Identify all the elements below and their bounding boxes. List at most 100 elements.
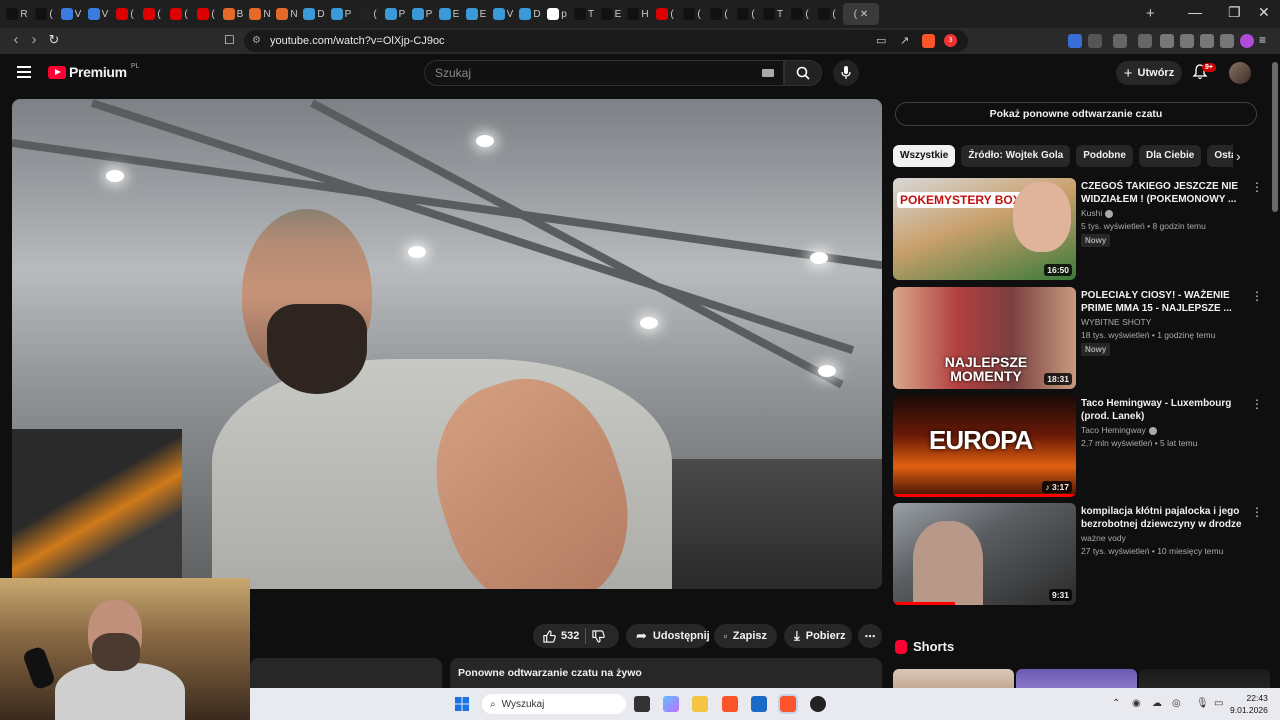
browser-tab[interactable]: D [303,3,325,25]
browser-tab[interactable]: p [546,3,568,25]
scrollbar-thumb[interactable] [1272,62,1278,212]
thumbs-down-icon[interactable] [592,629,606,643]
menu-icon[interactable]: ≡ [1259,33,1266,47]
search-input[interactable]: Szukaj [424,60,784,86]
browser-tab[interactable]: T [573,3,595,25]
filter-chip[interactable]: Ostatnio [1207,145,1233,167]
tray-app-icon[interactable]: ◎ [1172,698,1181,709]
minimize-button[interactable]: — [1188,4,1202,20]
brave-shields-icon[interactable] [922,34,935,48]
hamburger-menu-icon[interactable] [17,66,31,78]
copilot-icon[interactable] [663,696,679,712]
download-button[interactable]: ⤓ Pobierz [784,624,852,648]
browser-tab[interactable]: T [762,3,784,25]
filter-chip[interactable]: Wszystkie [893,145,956,167]
close-tab-icon[interactable]: ✕ [860,9,868,20]
filter-chip[interactable]: Podobne [1076,145,1133,167]
filter-chip[interactable]: Dla Ciebie [1138,145,1202,167]
sidebar-icon[interactable] [1160,34,1174,48]
browser-tab[interactable]: N [276,3,298,25]
browser-tab[interactable]: ( [168,3,190,25]
browser-tab[interactable]: V [492,3,514,25]
browser-tab[interactable]: ( [357,3,379,25]
windows-start-icon[interactable] [455,697,469,711]
browser-tab[interactable]: ( [141,3,163,25]
reload-icon[interactable]: ↻ [44,32,64,48]
browser-tab[interactable]: ( [735,3,757,25]
cast-icon[interactable]: ▭ [876,34,886,47]
channel-name[interactable]: WYBITNE SHOTY [1081,317,1151,327]
recommended-video[interactable]: EUROPA ♪ 3:17 Taco Hemingway - Luxembour… [893,395,1273,499]
brave-rewards-icon[interactable]: 3 [944,34,957,47]
media-icon[interactable] [1138,34,1152,48]
network-icon[interactable]: ▭ [1214,698,1223,709]
task-view-icon[interactable] [634,696,650,712]
recommended-video[interactable]: 9:31 kompilacja kłótni pajalocka i jego … [893,503,1273,607]
mic-tray-icon[interactable]: 🎙 [1196,698,1209,709]
recommended-video[interactable]: NAJLEPSZE MOMENTY 18:31 POLECIAŁY CIOSY!… [893,287,1273,391]
file-explorer-icon[interactable] [692,696,708,712]
browser-tab[interactable]: P [330,3,352,25]
video-title[interactable]: kompilacja kłótni pajalocka i jego bezro… [1081,505,1246,531]
video-thumbnail[interactable]: EUROPA ♪ 3:17 [893,395,1076,497]
share-page-icon[interactable]: ↗ [900,34,909,47]
browser-tab[interactable]: E [465,3,487,25]
forward-icon[interactable]: › [24,31,44,48]
show-chat-replay-button[interactable]: Pokaż ponowne odtwarzanie czatu [895,102,1257,126]
profile-icon[interactable] [1240,34,1254,48]
tray-app-icon[interactable]: ◉ [1132,698,1141,709]
browser-tab[interactable]: H [627,3,649,25]
vpn-icon[interactable] [1220,34,1234,48]
video-thumbnail[interactable]: NAJLEPSZE MOMENTY 18:31 [893,287,1076,389]
browser-tab[interactable]: ( [708,3,730,25]
browser-tab[interactable]: P [411,3,433,25]
browser-tab[interactable]: ( [681,3,703,25]
browser-tab[interactable]: ( [195,3,217,25]
browser-tab[interactable]: ( [816,3,838,25]
wallet-icon[interactable] [1180,34,1194,48]
video-thumbnail[interactable]: 9:31 [893,503,1076,605]
create-button[interactable]: + Utwórz [1116,61,1182,85]
browser-tab[interactable]: D [519,3,541,25]
taskbar-clock[interactable]: 22:43 9.01.2026 [1230,692,1268,716]
active-tab[interactable]: ( ✕ [843,3,879,25]
youtube-premium-logo[interactable]: Premium PL [48,63,139,80]
browser-tab[interactable]: ( [114,3,136,25]
video-title[interactable]: POLECIAŁY CIOSY! - WAŻENIE PRIME MMA 15 … [1081,289,1246,315]
taskbar-search-input[interactable]: ⌕ Wyszukaj [482,694,626,714]
like-button[interactable]: 532 [543,629,579,643]
browser-tab[interactable]: V [87,3,109,25]
browser-tab[interactable]: E [438,3,460,25]
browser-tab[interactable]: P [384,3,406,25]
filter-chip[interactable]: Źródło: Wojtek Gola [961,145,1071,167]
url-bar[interactable]: ⚙ youtube.com/watch?v=OlXjp-CJ9oc ▭ ↗ 3 [244,30,968,52]
channel-name[interactable]: ważne vody [1081,533,1126,543]
chevron-up-icon[interactable]: ⌃ [1112,698,1120,709]
more-vertical-icon[interactable]: ⋮ [1251,180,1263,194]
brave-active-icon[interactable] [778,694,798,714]
recommended-video[interactable]: POKEMYSTERY BOX 16:50 CZEGOŚ TAKIEGO JES… [893,178,1273,282]
maximize-button[interactable]: ❐ [1228,4,1241,21]
bookmark-icon[interactable]: ☐ [224,33,235,47]
more-actions-button[interactable]: ⋯ [858,624,882,648]
onedrive-icon[interactable]: ☁ [1152,698,1162,709]
search-button[interactable] [784,60,822,86]
chevron-right-icon[interactable]: › [1236,148,1241,164]
channel-name[interactable]: Kushi [1081,208,1114,218]
browser-tab[interactable]: N [249,3,271,25]
account-avatar[interactable] [1229,62,1251,84]
browser-tab[interactable]: ( [33,3,55,25]
browser-tab[interactable]: R [6,3,28,25]
extension-icon[interactable] [1113,34,1127,48]
more-vertical-icon[interactable]: ⋮ [1251,505,1263,519]
video-title[interactable]: CZEGOŚ TAKIEGO JESZCZE NIE WIDZIAŁEM ! (… [1081,180,1246,206]
voice-search-button[interactable] [833,60,859,86]
extensions-puzzle-icon[interactable] [1088,34,1102,48]
brave-browser-icon[interactable] [722,696,738,712]
new-tab-button[interactable]: + [1146,5,1155,22]
more-vertical-icon[interactable]: ⋮ [1251,397,1263,411]
keyboard-icon[interactable] [762,69,774,77]
store-icon[interactable] [751,696,767,712]
channel-name[interactable]: Taco Hemingway [1081,425,1157,435]
extension-news-icon[interactable] [1068,34,1082,48]
